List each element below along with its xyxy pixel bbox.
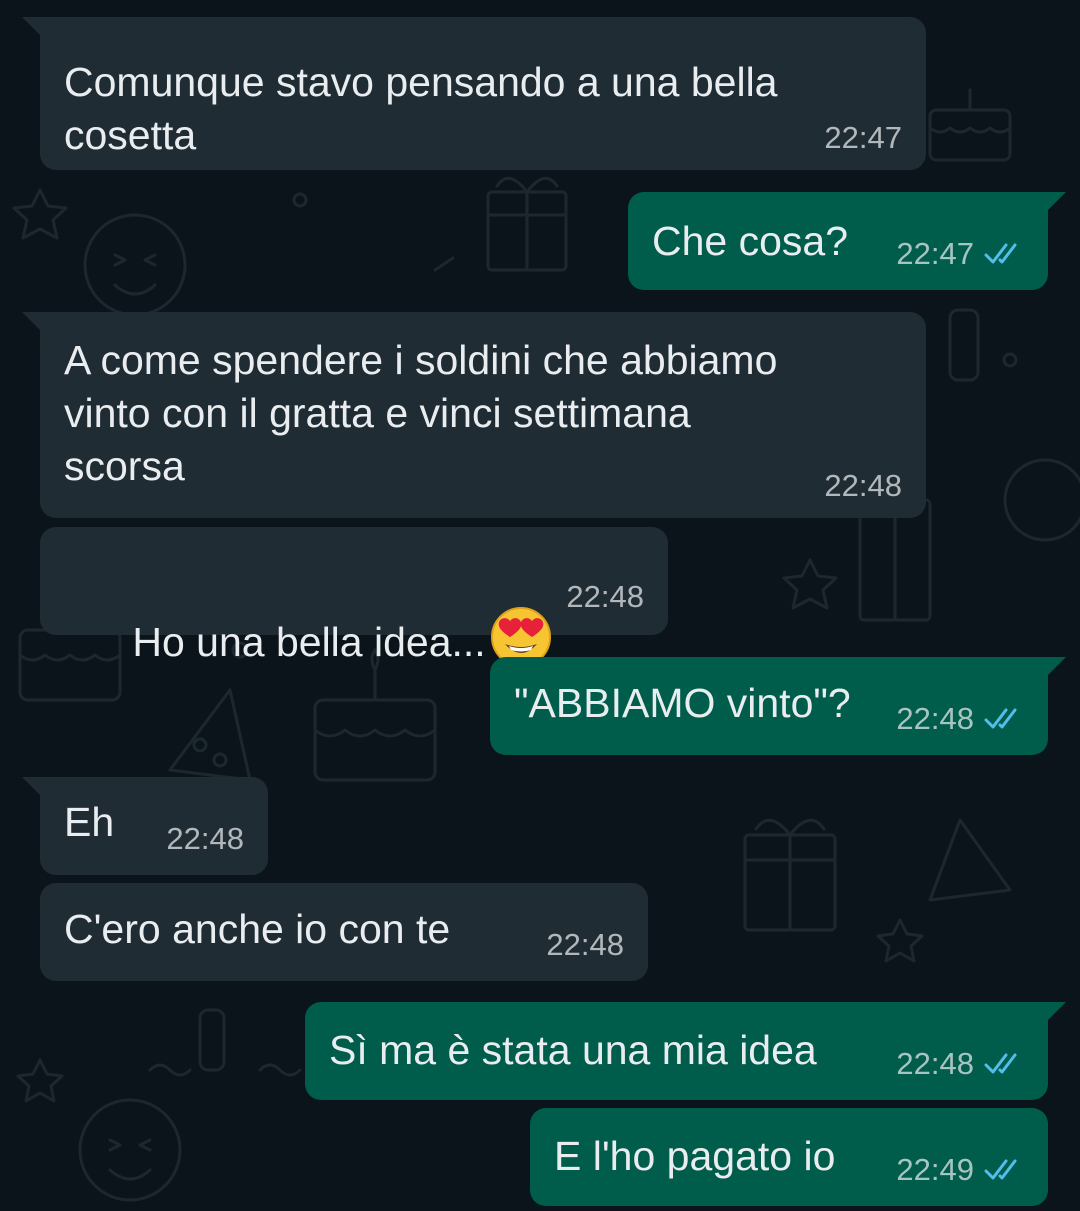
message-meta: 22:48 [824, 468, 902, 504]
message-text: C'ero anche io con te [64, 906, 451, 952]
message-meta: 22:48 [566, 579, 644, 615]
message-text: E l'ho pagato io [554, 1133, 836, 1179]
bubble-tail [1040, 1002, 1066, 1028]
message-meta: 22:48 [166, 821, 244, 857]
message-text: Ho una bella idea... [64, 553, 552, 722]
message-meta: 22:48 [546, 927, 624, 963]
message-time: 22:48 [896, 701, 974, 736]
double-check-read-icon [984, 1053, 1017, 1074]
message-time: 22:48 [896, 1046, 974, 1081]
bubble-tail [22, 17, 48, 43]
message-time: 22:48 [546, 927, 624, 962]
message-time: 22:48 [566, 579, 644, 614]
message-meta: 22:47 [896, 236, 1024, 272]
outgoing-message[interactable]: Che cosa? 22:47 [628, 192, 1066, 290]
message-time: 22:47 [896, 236, 974, 271]
bubble-tail [1040, 192, 1066, 218]
message-time: 22:49 [896, 1152, 974, 1187]
message-text: Sì ma è stata una mia idea [329, 1027, 817, 1073]
message-time: 22:48 [824, 468, 902, 503]
incoming-message[interactable]: Ho una bella idea... 22:48 [40, 527, 668, 667]
incoming-message[interactable]: Comunque stavo pensando a una bella cose… [22, 17, 926, 170]
incoming-message[interactable]: A come spendere i soldini che abbiamo vi… [22, 312, 926, 518]
message-text-content: Ho una bella idea... [132, 619, 486, 665]
message-text: Comunque stavo pensando a una bella cose… [64, 59, 778, 158]
double-check-read-icon [984, 1159, 1017, 1180]
message-meta: 22:47 [824, 120, 902, 156]
outgoing-message[interactable]: Sì ma è stata una mia idea 22:48 [305, 1002, 1066, 1100]
incoming-message[interactable]: Eh 22:48 [22, 777, 268, 875]
incoming-message[interactable]: C'ero anche io con te 22:48 [40, 883, 648, 981]
message-text: Che cosa? [652, 218, 849, 264]
outgoing-message[interactable]: "ABBIAMO vinto"? 22:48 [490, 657, 1066, 755]
message-time: 22:47 [824, 120, 902, 155]
message-meta: 22:48 [896, 1046, 1024, 1082]
double-check-read-icon [984, 243, 1017, 264]
message-time: 22:48 [166, 821, 244, 856]
message-meta: 22:49 [896, 1152, 1024, 1188]
outgoing-message[interactable]: E l'ho pagato io 22:49 [530, 1108, 1048, 1206]
bubble-tail [1040, 657, 1066, 683]
message-text: Eh [64, 799, 115, 845]
double-check-read-icon [984, 708, 1017, 729]
message-text: "ABBIAMO vinto"? [514, 680, 851, 726]
message-meta: 22:48 [896, 701, 1024, 737]
chat-message-list: Comunque stavo pensando a una bella cose… [0, 0, 1080, 1211]
bubble-tail [22, 777, 48, 803]
bubble-tail [22, 312, 48, 338]
message-text: A come spendere i soldini che abbiamo vi… [64, 337, 778, 489]
